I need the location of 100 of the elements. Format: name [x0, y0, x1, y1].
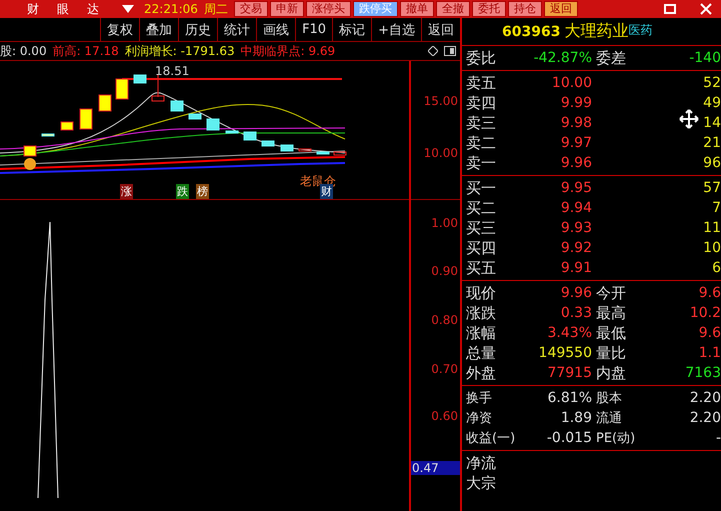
clock-time: 22:21:06 [144, 2, 198, 16]
candle [152, 96, 164, 102]
weekday-label: 周二 [204, 0, 228, 18]
trade-button[interactable]: 撤单 [400, 1, 434, 17]
quote-price: 9.92 [560, 240, 592, 256]
candle [42, 134, 54, 136]
quote-label: 现价 [465, 284, 497, 302]
quote-label: 买一 [465, 178, 497, 198]
menu-item[interactable]: 财 [18, 0, 48, 18]
indicator-value: 股: 0.00 [0, 42, 47, 60]
quote-label: 换手 [465, 390, 493, 407]
move-cursor-icon [679, 109, 699, 129]
trade-button[interactable]: 申新 [270, 1, 304, 17]
trade-button[interactable]: 全撤 [436, 1, 470, 17]
quote-value: 2.20 [690, 390, 721, 406]
candle [316, 152, 330, 154]
price-axis-label: 15.00 [424, 94, 458, 108]
signal-badge: 涨 [120, 184, 133, 199]
quote-label: 卖五 [465, 74, 497, 92]
quote-label: 流通 [595, 410, 623, 427]
quote-value: 9.6 [698, 285, 721, 301]
candle [298, 148, 312, 152]
candle [134, 74, 146, 84]
quote-volume: 52 [703, 75, 721, 91]
quote-volume: 6 [712, 260, 721, 276]
candle [170, 100, 184, 112]
current-value-label: 0.47 [411, 461, 460, 475]
quote-label: 买五 [465, 258, 497, 278]
quote-label: 大宗 [465, 474, 497, 492]
quote-price: 9.97 [560, 135, 592, 151]
dropdown-icon[interactable] [122, 5, 134, 13]
indicator-axis-label: 1.00 [431, 216, 458, 230]
quote-label: 卖四 [465, 94, 497, 112]
candle [262, 140, 274, 146]
menu-item[interactable]: 达 [78, 0, 108, 18]
quote-value: -42.87% [534, 50, 592, 66]
quote-label: 最高 [595, 304, 627, 322]
signal-badge: 榜 [196, 184, 209, 199]
candle [116, 78, 128, 100]
quote-value: -140 [689, 50, 721, 66]
quote-price: 9.94 [560, 200, 592, 216]
signal-badge: 跌 [176, 184, 189, 199]
quote-label: 股本 [595, 390, 623, 407]
quote-price: 9.95 [560, 180, 592, 196]
trade-button[interactable]: 委托 [472, 1, 506, 17]
panel-toggle-icon[interactable] [444, 46, 456, 56]
quote-value: 77915 [547, 365, 592, 381]
trade-button[interactable]: 涨停头 [306, 1, 351, 17]
quote-label: 量比 [595, 344, 627, 362]
quote-volume: 14 [703, 115, 721, 131]
indicator-value: 中期临界点: 9.69 [240, 42, 336, 60]
candle [80, 108, 92, 130]
indicator-axis-label: 0.70 [431, 362, 458, 376]
diamond-icon[interactable] [428, 46, 438, 56]
window-controls-icon[interactable] [663, 3, 713, 15]
quote-volume: 49 [703, 95, 721, 111]
quote-label: 卖三 [465, 114, 497, 132]
quote-price: 9.99 [560, 95, 592, 111]
stock-name: 大理药业 [564, 21, 628, 42]
quote-value: 10.2 [690, 305, 721, 321]
quote-value: 7163 [685, 365, 721, 381]
stock-code: 603963 [502, 24, 560, 40]
marker-icon [24, 158, 36, 170]
quote-label: 委比 [465, 48, 497, 68]
candle [24, 146, 36, 156]
candle [280, 144, 294, 152]
trade-button[interactable]: 返回 [544, 1, 578, 17]
quote-label: 最低 [595, 324, 627, 342]
quote-label: 买四 [465, 238, 497, 258]
quote-volume: 10 [703, 240, 721, 256]
candle [98, 94, 112, 112]
candle [188, 114, 202, 120]
quote-value: 0.33 [560, 305, 592, 321]
sector-tag: 医药 [628, 22, 652, 39]
quote-value: -0.015 [546, 430, 592, 446]
peak-price-label: 18.51 [155, 64, 190, 78]
indicator-axis-label: 0.90 [431, 264, 458, 278]
quote-label: 外盘 [465, 364, 497, 382]
menu-item[interactable]: 眼 [48, 0, 78, 18]
trade-button[interactable]: 交易 [234, 1, 268, 17]
indicator-value: 利润增长: -1791.63 [124, 42, 235, 60]
quote-label: 买三 [465, 218, 497, 238]
quote-value: 6.81% [548, 390, 592, 406]
candle [334, 152, 346, 156]
quote-label: 收益(一) [465, 430, 516, 447]
quote-volume: 7 [712, 200, 721, 216]
candle [60, 122, 74, 130]
quote-volume: 11 [703, 220, 721, 236]
indicator-axis-label: 0.60 [431, 409, 458, 423]
quote-price: 9.93 [560, 220, 592, 236]
quote-label: 委差 [595, 48, 627, 68]
quote-price: 9.91 [560, 260, 592, 276]
quote-value: 1.1 [698, 345, 721, 361]
quote-label: 买二 [465, 198, 497, 218]
quote-label: 涨跌 [465, 304, 497, 322]
quote-label: 卖一 [465, 154, 497, 172]
quote-label: PE(动) [595, 430, 636, 447]
quote-value: 1.89 [560, 410, 592, 426]
trade-button[interactable]: 持仓 [508, 1, 542, 17]
indicator-axis-label: 0.80 [431, 313, 458, 327]
